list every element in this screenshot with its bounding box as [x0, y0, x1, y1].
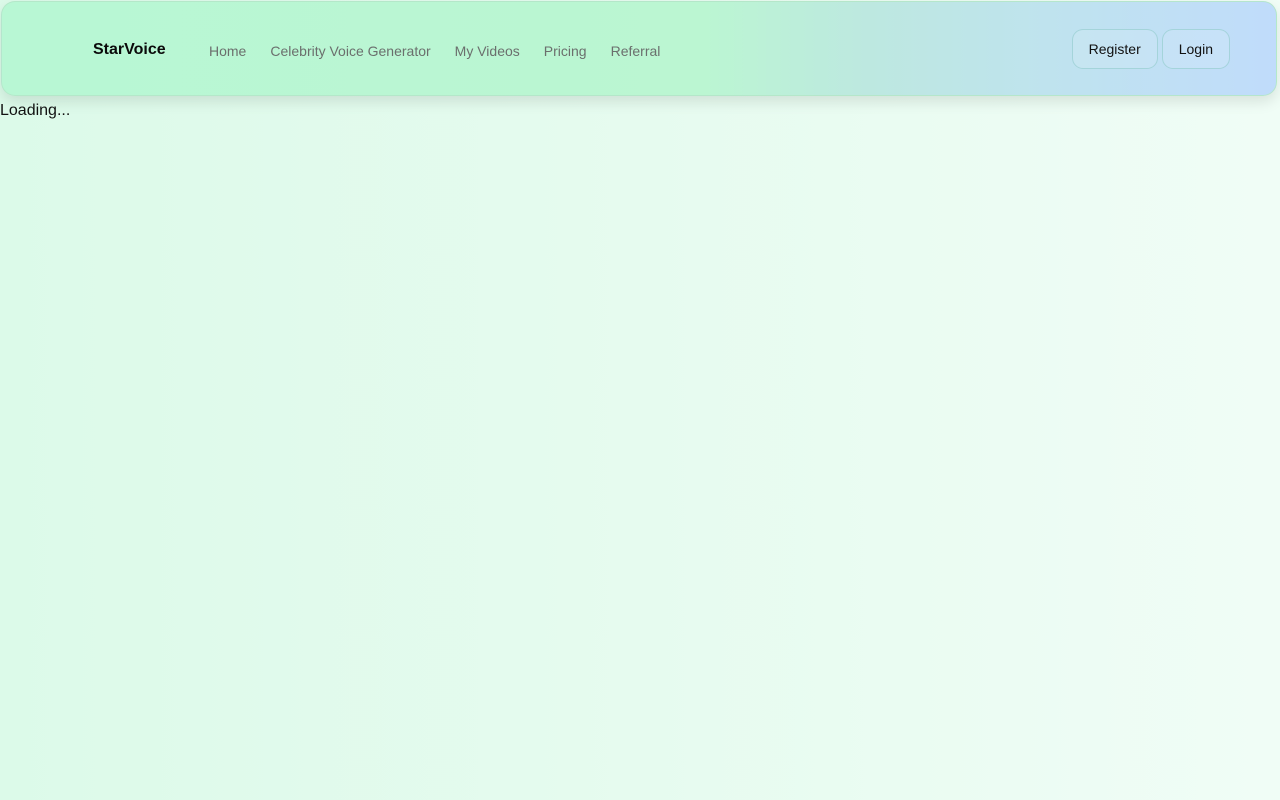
loading-status: Loading... [0, 102, 71, 119]
nav-link-referral[interactable]: Referral [611, 42, 661, 60]
brand-logo[interactable]: StarVoice [93, 40, 166, 60]
auth-buttons: Register Login [1071, 29, 1230, 69]
login-button[interactable]: Login [1161, 29, 1230, 69]
nav-link-home[interactable]: Home [209, 42, 246, 60]
nav-link-celebrity-voice-generator[interactable]: Celebrity Voice Generator [270, 42, 430, 60]
register-button[interactable]: Register [1071, 29, 1158, 69]
nav-link-pricing[interactable]: Pricing [544, 42, 587, 60]
main-nav: Home Celebrity Voice Generator My Videos… [209, 42, 660, 60]
top-navbar: StarVoice Home Celebrity Voice Generator… [1, 1, 1277, 96]
nav-link-my-videos[interactable]: My Videos [455, 42, 520, 60]
